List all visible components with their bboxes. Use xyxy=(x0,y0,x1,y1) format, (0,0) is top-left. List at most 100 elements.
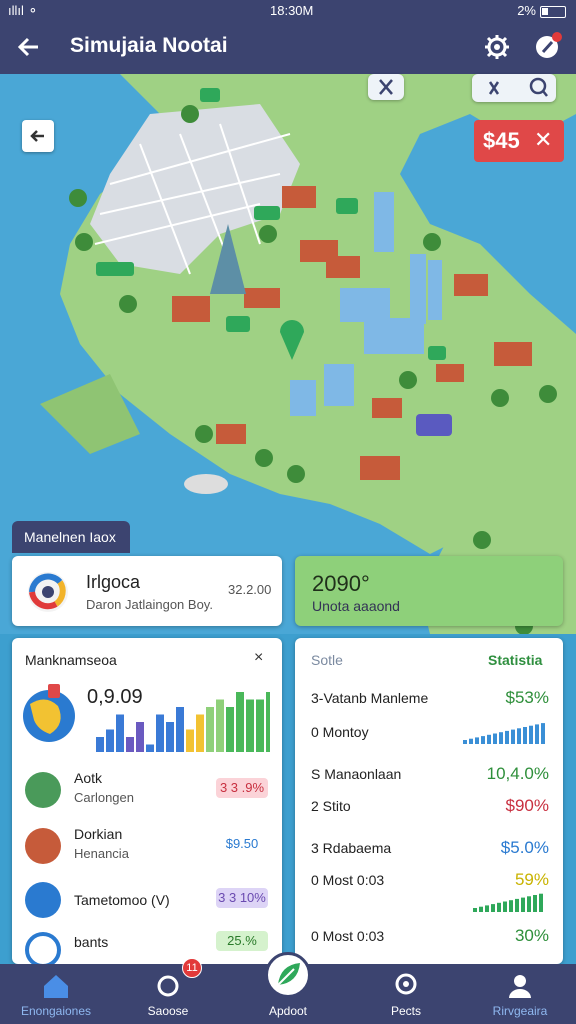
stat-row[interactable]: 3 Rdabaema $5.0% xyxy=(295,838,563,870)
nav-label: Pects xyxy=(390,1004,421,1018)
status-bar: ıllıl ⚬ 18:30M 2% xyxy=(0,0,576,22)
bar xyxy=(156,714,164,752)
nav-label: Apdoot xyxy=(268,1004,308,1018)
bar xyxy=(236,692,244,752)
nav-social[interactable]: Saoose xyxy=(112,964,224,1024)
city-logo-icon xyxy=(28,572,68,612)
spark-bar xyxy=(523,727,527,744)
money-value: $45 xyxy=(483,128,520,153)
bar xyxy=(126,737,134,752)
close-icon[interactable]: ✕ xyxy=(534,127,552,153)
city-name: Irlgoca xyxy=(86,572,141,592)
spark-bar xyxy=(473,908,477,912)
zoom-icon xyxy=(488,77,548,97)
stat-row[interactable]: 2 Stito $90% xyxy=(295,796,563,828)
money-counter[interactable]: $45 ✕ xyxy=(474,120,564,162)
item-value-badge: 25.% xyxy=(216,931,268,951)
notification-icon[interactable] xyxy=(532,30,564,62)
stat-row[interactable]: 0 Most 0:03 30% xyxy=(295,926,563,958)
back-arrow-icon[interactable] xyxy=(14,32,44,62)
spark-bar xyxy=(493,733,497,744)
bar xyxy=(96,737,104,752)
spark-bar xyxy=(517,728,521,744)
nav-label: Rirvgeaira xyxy=(492,1004,548,1018)
globe-icon xyxy=(23,684,75,742)
spark-bar xyxy=(491,904,495,912)
stat-label: 0 Most 0:03 xyxy=(311,928,385,944)
city-summary-card[interactable]: Irlgoca Daron Jatlaingon Boy. 32.2.00 xyxy=(12,556,282,626)
spark-bar xyxy=(533,895,537,912)
house-icon xyxy=(25,828,61,864)
city-number: 32.2.00 xyxy=(228,582,272,597)
panel-header: Manknamseoa xyxy=(25,652,117,668)
stats-header-right: Statistia xyxy=(488,652,543,668)
temperature-subtitle: Unota aaaond xyxy=(312,598,400,614)
app-header: Simujaia Nootai xyxy=(0,22,576,74)
item-value-badge: 3 3 .9% xyxy=(216,778,268,798)
bar xyxy=(136,722,144,752)
signal-indicator: ıllıl ⚬ xyxy=(8,3,39,18)
spark-bar xyxy=(485,905,489,912)
item-name: Dorkian xyxy=(74,826,123,842)
item-name: Aotk xyxy=(74,770,103,786)
bar xyxy=(266,692,270,752)
spark-bar xyxy=(535,724,539,744)
stats-header-left: Sotle xyxy=(311,652,343,668)
map-tool-zoom[interactable] xyxy=(472,74,556,102)
spark-bar xyxy=(505,730,509,744)
bar xyxy=(196,714,204,752)
item-name: bants xyxy=(74,934,109,950)
map-back-button[interactable] xyxy=(22,120,54,152)
nav-label: Enongaiones xyxy=(20,1004,92,1018)
stat-value: $5.0% xyxy=(500,838,549,857)
home-icon xyxy=(44,975,68,998)
bar xyxy=(106,729,114,752)
road-icon xyxy=(25,772,61,808)
stat-value: $53% xyxy=(505,688,549,707)
spark-bar xyxy=(499,732,503,744)
bar xyxy=(186,729,194,752)
settings-cog-icon xyxy=(157,975,179,997)
stat-row[interactable]: 3-Vatanb Manleme $53% xyxy=(295,688,563,720)
nav-label: Saoose xyxy=(147,1004,189,1018)
list-item[interactable]: Dorkian Henancia $9.50 xyxy=(12,824,282,872)
city-subtitle: Daron Jatlaingon Boy. xyxy=(86,597,213,612)
notification-badge: 11 xyxy=(182,958,202,978)
stat-label: S Manaonlaan xyxy=(311,766,402,782)
battery-icon xyxy=(540,5,566,18)
spark-bar xyxy=(511,729,515,744)
panel-close-icon[interactable]: × xyxy=(254,649,263,667)
stat-row[interactable]: S Manaonlaan 10,4.0% xyxy=(295,764,563,796)
spark-bar xyxy=(515,898,519,912)
nav-pects[interactable]: Pects xyxy=(350,964,462,1024)
gear-icon[interactable] xyxy=(482,32,512,62)
growth-bar-chart xyxy=(96,692,270,752)
spark-bar xyxy=(539,893,543,912)
stat-label: 3-Vatanb Manleme xyxy=(311,690,429,706)
profile-icon xyxy=(509,975,531,998)
list-item[interactable]: Tametomoo (V) 3 3 10% xyxy=(12,878,282,926)
temperature-value: 2090° xyxy=(312,571,370,596)
temperature-card[interactable]: 2090° Unota aaaond xyxy=(295,556,563,626)
spark-bar xyxy=(503,901,507,912)
spark-bar xyxy=(475,737,479,744)
map-pin-icon xyxy=(395,973,417,995)
bar xyxy=(116,714,124,752)
spark-bar xyxy=(509,900,513,912)
arrow-left-icon xyxy=(30,130,44,142)
nav-profile[interactable]: Rirvgeaira xyxy=(464,964,576,1024)
spark-bar xyxy=(529,725,533,744)
nav-home[interactable]: Enongaiones xyxy=(0,964,112,1024)
bar xyxy=(256,699,264,752)
spark-bar xyxy=(497,902,501,912)
bar xyxy=(166,722,174,752)
build-button[interactable] xyxy=(265,952,311,998)
list-item[interactable]: Aotk Carlongen 3 3 .9% xyxy=(12,768,282,816)
management-panel: Manknamseoa × 0,9.09 Aotk Carlongen 3 3 … xyxy=(12,638,282,968)
map-tool-compass[interactable] xyxy=(368,74,404,100)
stat-label: 0 Montoy xyxy=(311,724,369,740)
spark-bar xyxy=(527,896,531,912)
spark-bar xyxy=(481,736,485,744)
stat-label: 2 Stito xyxy=(311,798,351,814)
statistics-panel: Sotle Statistia 3-Vatanb Manleme $53% 0 Mo… xyxy=(295,638,563,964)
